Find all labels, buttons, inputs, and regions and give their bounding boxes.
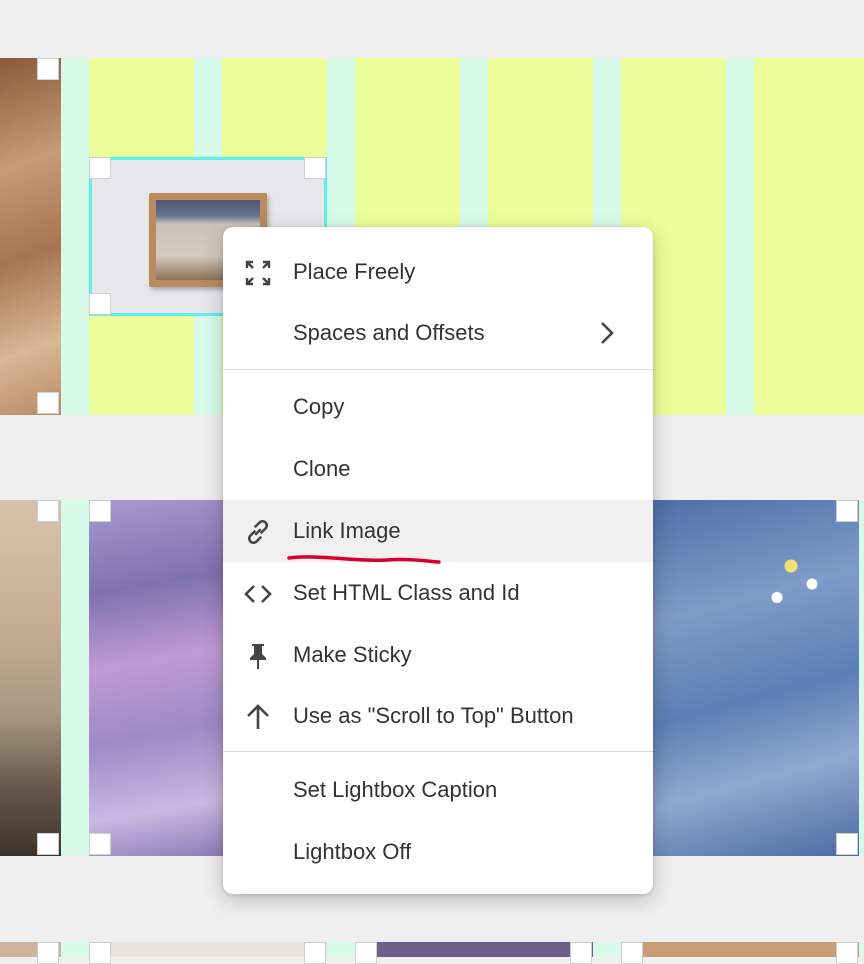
resize-handle[interactable]	[836, 942, 858, 964]
menu-divider	[223, 751, 653, 752]
menu-item-scroll-to-top[interactable]: Use as "Scroll to Top" Button	[223, 685, 653, 747]
resize-handle[interactable]	[89, 500, 111, 522]
menu-item-label: Make Sticky	[293, 642, 412, 667]
menu-item-lightbox-off[interactable]: Lightbox Off	[223, 821, 653, 883]
menu-item-label: Use as "Scroll to Top" Button	[293, 703, 574, 728]
resize-handle[interactable]	[304, 942, 326, 964]
menu-item-label: Set Lightbox Caption	[293, 777, 498, 802]
resize-handle[interactable]	[836, 500, 858, 522]
resize-handle[interactable]	[570, 942, 592, 964]
expand-arrows-icon	[243, 258, 273, 288]
resize-handle[interactable]	[37, 833, 59, 855]
menu-item-link-image[interactable]: Link Image	[223, 500, 653, 564]
link-icon	[243, 517, 273, 547]
resize-handle[interactable]	[37, 942, 59, 964]
menu-item-label: Link Image	[293, 518, 401, 543]
menu-item-label: Lightbox Off	[293, 839, 412, 864]
resize-handle[interactable]	[37, 392, 59, 414]
gallery-image-water-flowers[interactable]	[653, 500, 859, 856]
menu-item-label: Clone	[293, 456, 351, 481]
resize-handle[interactable]	[37, 500, 59, 522]
gallery-image[interactable]	[89, 942, 327, 957]
resize-handle[interactable]	[89, 293, 111, 315]
menu-item-spaces-and-offsets[interactable]: Spaces and Offsets	[223, 302, 653, 364]
gallery-image[interactable]	[621, 942, 859, 957]
menu-item-label: Place Freely	[293, 259, 416, 284]
menu-item-make-sticky[interactable]: Make Sticky	[223, 624, 653, 686]
resize-handle[interactable]	[89, 942, 111, 964]
resize-handle[interactable]	[89, 833, 111, 855]
pin-icon	[243, 641, 273, 671]
gallery-image-sepia-portrait[interactable]	[0, 500, 61, 856]
menu-item-place-freely[interactable]: Place Freely	[223, 241, 653, 303]
resize-handle[interactable]	[621, 942, 643, 964]
menu-item-label: Spaces and Offsets	[293, 320, 485, 345]
resize-handle[interactable]	[37, 58, 59, 80]
menu-item-set-lightbox-caption[interactable]: Set Lightbox Caption	[223, 759, 653, 821]
resize-handle[interactable]	[304, 157, 326, 179]
gallery-image-purple-snow[interactable]	[89, 500, 224, 856]
gallery-image[interactable]	[355, 942, 593, 957]
menu-item-set-html-class-and-id[interactable]: Set HTML Class and Id	[223, 562, 653, 624]
menu-item-copy[interactable]: Copy	[223, 376, 653, 438]
menu-item-label: Set HTML Class and Id	[293, 580, 520, 605]
menu-item-label: Copy	[293, 394, 345, 419]
resize-handle[interactable]	[836, 833, 858, 855]
arrow-up-icon	[243, 702, 273, 732]
gallery-image-sepia-street[interactable]	[0, 58, 61, 415]
chevron-right-icon	[597, 320, 617, 351]
resize-handle[interactable]	[355, 942, 377, 964]
code-icon	[243, 579, 273, 609]
menu-item-clone[interactable]: Clone	[223, 438, 653, 500]
context-menu: Place Freely Spaces and Offsets Copy Clo…	[223, 227, 653, 894]
resize-handle[interactable]	[89, 157, 111, 179]
grid-column	[754, 58, 864, 415]
menu-divider	[223, 369, 653, 370]
